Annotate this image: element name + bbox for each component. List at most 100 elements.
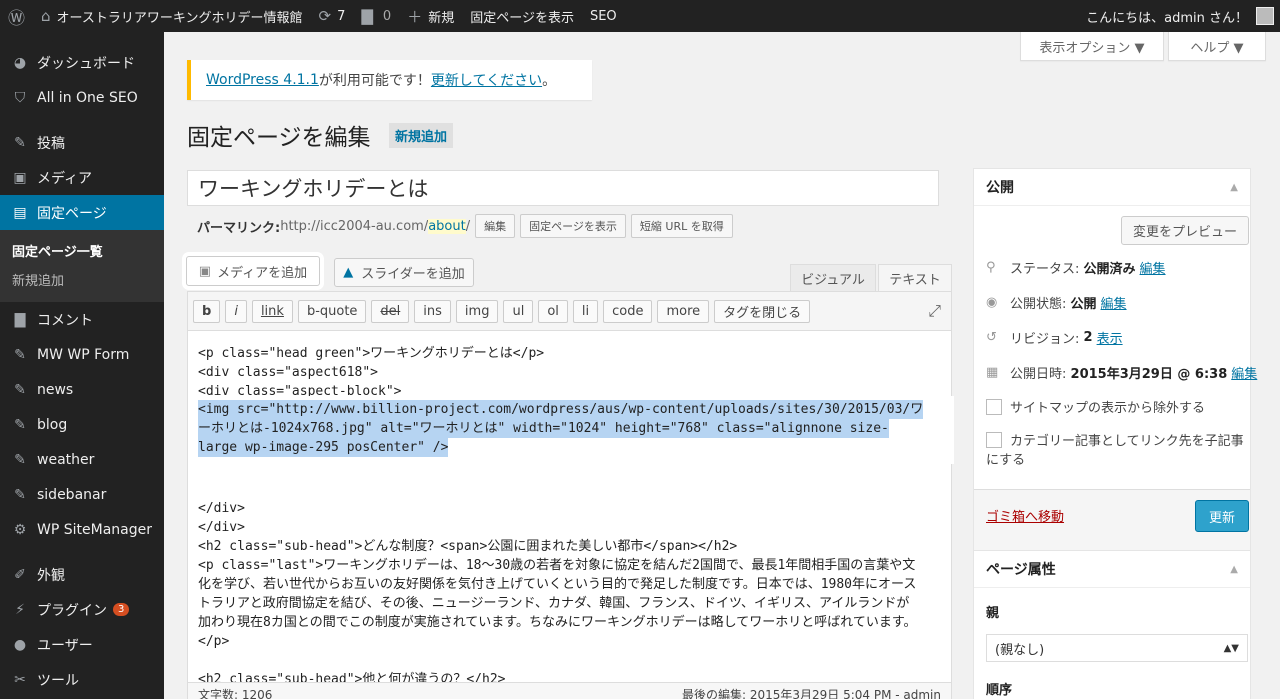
selected-code-line[interactable]: <img src="http://www.billion-project.com… bbox=[198, 400, 924, 419]
edit-visibility-link[interactable]: 編集 bbox=[1101, 293, 1127, 312]
sidebar-item-appearance[interactable]: ✐ 外観 bbox=[0, 557, 164, 592]
sidebar-item-dashboard[interactable]: ◕ ダッシュボード bbox=[0, 45, 164, 80]
submenu-all-pages[interactable]: 固定ページ一覧 bbox=[0, 236, 164, 265]
editor-status-bar: 文字数: 1206 最後の編集: 2015年3月29日 5:04 PM - ad… bbox=[188, 682, 951, 699]
category-link-checkbox[interactable] bbox=[986, 431, 1002, 448]
my-account-link[interactable]: こんにちは、admin さん！ bbox=[1086, 7, 1280, 26]
screen-options-button[interactable]: 表示オプション ▼ bbox=[1020, 32, 1164, 61]
pin-icon: ✎ bbox=[14, 346, 26, 363]
user-icon: ● bbox=[13, 636, 27, 653]
sidebar-item-tools[interactable]: ✂ ツール bbox=[0, 662, 164, 697]
avatar bbox=[1256, 7, 1274, 25]
sidebar-item-label: メディア bbox=[37, 170, 93, 187]
permalink-edit-button[interactable]: 編集 bbox=[475, 214, 516, 238]
page-attributes-box: ページ属性 ▲ 親 (親なし) ▲▼ 順序 bbox=[973, 550, 1251, 699]
last-edited: 最後の編集: 2015年3月29日 5:04 PM - admin bbox=[681, 688, 941, 699]
post-title-input[interactable]: ワーキングホリデーとは bbox=[187, 170, 939, 206]
tab-visual[interactable]: ビジュアル bbox=[790, 264, 876, 292]
edit-status-link[interactable]: 編集 bbox=[1140, 258, 1166, 277]
view-page-button[interactable]: 固定ページを表示 bbox=[520, 214, 626, 238]
notice-text: が利用可能です！ bbox=[318, 73, 431, 89]
word-count: 文字数: 1206 bbox=[198, 688, 273, 699]
comment-icon: ▇ bbox=[361, 7, 373, 25]
page-icon: ▤ bbox=[13, 204, 27, 221]
fullscreen-expand-icon[interactable]: ⤢ bbox=[928, 301, 941, 321]
permalink-slug[interactable]: about bbox=[428, 218, 466, 234]
permalink-tail: / bbox=[465, 218, 471, 234]
sidebar-item-wp-sitemanager[interactable]: ⚙ WP SiteManager bbox=[0, 512, 164, 547]
category-link-row: カテゴリー記事としてリンク先を子記事 bbox=[986, 430, 1244, 449]
submenu-add-new[interactable]: 新規追加 bbox=[0, 265, 164, 294]
move-to-trash-link[interactable]: ゴミ箱へ移動 bbox=[986, 506, 1064, 525]
get-shortlink-button[interactable]: 短縮 URL を取得 bbox=[630, 214, 733, 238]
collapse-toggle-icon[interactable]: ▲ bbox=[1230, 564, 1238, 575]
update-now-link[interactable]: 更新してください bbox=[431, 70, 542, 90]
selected-code-line[interactable]: ーホリとは-1024x768.jpg" alt="ワーホリとは" width="… bbox=[198, 419, 889, 438]
wp-version-link[interactable]: WordPress 4.1.1 bbox=[206, 72, 319, 88]
qt-close-tags-button[interactable]: タグを閉じる bbox=[714, 299, 811, 323]
browse-revisions-link[interactable]: 表示 bbox=[1097, 328, 1123, 347]
qt-li-button[interactable]: li bbox=[572, 299, 599, 323]
sidebar-item-sidebanar[interactable]: ✎ sidebanar bbox=[0, 477, 164, 512]
collapse-toggle-icon[interactable]: ▲ bbox=[1230, 182, 1238, 193]
page-attributes-header[interactable]: ページ属性 ▲ bbox=[974, 551, 1250, 588]
site-name-link[interactable]: ⌂ オーストラリアワーキングホリデー情報館 bbox=[33, 0, 311, 32]
sidebar-item-mw-wp-form[interactable]: ✎ MW WP Form bbox=[0, 337, 164, 372]
qt-ins-button[interactable]: ins bbox=[414, 299, 451, 323]
wordpress-icon: Ⓦ bbox=[8, 8, 25, 29]
wp-logo-button[interactable]: Ⓦ bbox=[0, 0, 33, 32]
view-page-link[interactable]: 固定ページを表示 bbox=[462, 0, 582, 32]
code-editor-bottom[interactable]: </div> </div> <h2 class="sub-head">どんな制度… bbox=[188, 499, 927, 699]
parent-select[interactable]: (親なし) ▲▼ bbox=[986, 634, 1248, 662]
new-content-link[interactable]: ＋ 新規 bbox=[399, 0, 462, 32]
qt-italic-button[interactable]: i bbox=[225, 299, 247, 323]
qt-img-button[interactable]: img bbox=[455, 299, 499, 323]
add-slider-button[interactable]: ▲ スライダーを追加 bbox=[334, 258, 474, 287]
visibility-label: 公開状態: bbox=[1010, 297, 1067, 312]
help-button[interactable]: ヘルプ ▼ bbox=[1168, 32, 1266, 61]
select-arrow-icon: ▲▼ bbox=[1223, 642, 1239, 654]
add-media-button[interactable]: ▣ メディアを追加 bbox=[186, 256, 320, 286]
qt-blockquote-button[interactable]: b-quote bbox=[297, 299, 367, 323]
qt-ol-button[interactable]: ol bbox=[538, 299, 568, 323]
sidebar-item-weather[interactable]: ✎ weather bbox=[0, 442, 164, 477]
sidebar-item-aioseo[interactable]: ⛉ All in One SEO bbox=[0, 80, 164, 115]
selected-code-line[interactable]: large wp-image-295 posCenter" /> bbox=[198, 438, 449, 457]
category-link-label: カテゴリー記事としてリンク先を子記事 bbox=[1010, 434, 1244, 449]
sidebar-item-plugins[interactable]: ⚡ プラグイン 3 bbox=[0, 592, 164, 627]
sitemap-exclude-checkbox[interactable] bbox=[986, 398, 1002, 415]
visibility-value: 公開 bbox=[1070, 297, 1097, 312]
qt-code-button[interactable]: code bbox=[603, 299, 653, 323]
sidebar-item-news[interactable]: ✎ news bbox=[0, 372, 164, 407]
sidebar-item-pages[interactable]: ▤ 固定ページ bbox=[0, 195, 164, 230]
add-slider-label: スライダーを追加 bbox=[361, 267, 465, 282]
sidebar-item-label: All in One SEO bbox=[37, 89, 138, 106]
qt-bold-button[interactable]: b bbox=[193, 299, 221, 323]
revisions-label: リビジョン: bbox=[1010, 332, 1080, 347]
code-editor-top[interactable]: <p class="head green">ワーキングホリデーとは</p> <d… bbox=[188, 331, 951, 401]
sidebar-item-comments[interactable]: ▇ コメント bbox=[0, 302, 164, 337]
sidebar-item-posts[interactable]: ✎ 投稿 bbox=[0, 125, 164, 160]
page-attributes-title: ページ属性 bbox=[986, 562, 1056, 578]
edit-date-link[interactable]: 編集 bbox=[1231, 363, 1257, 382]
revisions-value: 2 bbox=[1083, 330, 1093, 345]
seo-link[interactable]: SEO bbox=[582, 0, 625, 32]
publish-box-header[interactable]: 公開 ▲ bbox=[974, 169, 1250, 206]
date-value: 2015年3月29日 @ 6:38 bbox=[1070, 367, 1228, 382]
add-new-button[interactable]: 新規追加 bbox=[389, 123, 454, 148]
update-button[interactable]: 更新 bbox=[1195, 500, 1249, 532]
permalink-row: パーマリンク: http://icc2004-au.com/ about / 編… bbox=[197, 214, 733, 238]
status-row: ⚲ ステータス: 公開済み 編集 bbox=[986, 258, 1166, 277]
sidebar-item-label: sidebanar bbox=[37, 486, 107, 503]
qt-ul-button[interactable]: ul bbox=[503, 299, 534, 323]
tab-text[interactable]: テキスト bbox=[878, 264, 952, 292]
qt-link-button[interactable]: link bbox=[251, 299, 293, 323]
updates-link[interactable]: ⟳ 7 bbox=[311, 0, 354, 32]
sidebar-item-users[interactable]: ● ユーザー bbox=[0, 627, 164, 662]
comments-link[interactable]: ▇ 0 bbox=[353, 0, 399, 32]
qt-del-button[interactable]: del bbox=[371, 299, 410, 323]
preview-changes-button[interactable]: 変更をプレビュー bbox=[1121, 216, 1249, 245]
qt-more-button[interactable]: more bbox=[657, 299, 710, 323]
sidebar-item-blog[interactable]: ✎ blog bbox=[0, 407, 164, 442]
sidebar-item-media[interactable]: ▣ メディア bbox=[0, 160, 164, 195]
